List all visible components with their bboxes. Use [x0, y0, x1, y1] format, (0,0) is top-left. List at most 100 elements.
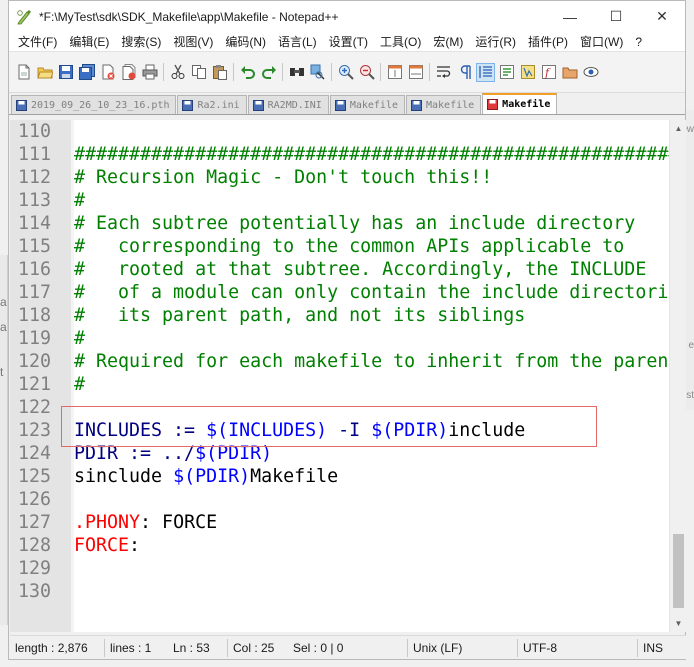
tab-makefile-active[interactable]: Makefile [482, 93, 558, 114]
word-wrap-button[interactable] [434, 63, 453, 82]
maximize-button[interactable]: ☐ [593, 1, 639, 32]
tab-ra2md-ini[interactable]: RA2MD.INI [247, 95, 329, 114]
tab-makefile-1[interactable]: Makefile [329, 95, 405, 114]
folder-workspace-button[interactable] [560, 63, 579, 82]
code-line[interactable]: 118 # its parent path, and not its siblin… [10, 304, 668, 327]
save-all-button[interactable] [77, 63, 96, 82]
tab-2019-09-26-pth[interactable]: 2019_09_26_10_23_16.pth [11, 95, 177, 114]
code-line[interactable]: 111 #####################################… [10, 143, 686, 166]
bg-text: a [0, 320, 7, 334]
code-line[interactable]: 128 FORCE: [10, 534, 668, 557]
code-line[interactable]: 110 [10, 120, 668, 143]
code-line[interactable]: 116 # rooted at that subtree. Accordingly… [10, 258, 668, 281]
replace-button[interactable] [308, 63, 327, 82]
save-icon [58, 65, 73, 79]
line-number: 128 [18, 535, 52, 556]
zoom-out-icon [359, 65, 375, 80]
menu-run[interactable]: 运行(R) [469, 32, 522, 52]
print-button[interactable] [140, 63, 159, 82]
code-line[interactable]: 117 # of a module can only contain the in… [10, 281, 686, 304]
tab-ra2-ini[interactable]: Ra2.ini [177, 95, 247, 114]
status-insert-mode[interactable]: INS [638, 639, 686, 657]
title-bar[interactable]: *F:\MyTest\sdk\SDK_Makefile\app\Makefile… [9, 1, 685, 32]
zoom-in-button[interactable] [336, 63, 355, 82]
menu-search[interactable]: 搜索(S) [115, 32, 167, 52]
zoom-out-button[interactable] [357, 63, 376, 82]
menu-bar: 文件(F) 编辑(E) 搜索(S) 视图(V) 编码(N) 语言(L) 设置(T… [9, 32, 685, 52]
status-length: length : 2,876 [10, 638, 105, 657]
undo-button[interactable] [238, 63, 257, 82]
code-lines[interactable]: 110 111 ##################################… [10, 120, 686, 603]
menu-macro[interactable]: 宏(M) [427, 32, 469, 52]
scroll-down-arrow[interactable]: ▼ [670, 615, 686, 632]
code-line[interactable]: 119 # [10, 327, 668, 350]
new-file-button[interactable] [14, 63, 33, 82]
close-button[interactable]: ✕ [639, 1, 685, 32]
code-token: $(PDIR) [173, 466, 251, 487]
close-file-button[interactable] [98, 63, 117, 82]
save-button[interactable] [56, 63, 75, 82]
show-all-chars-button[interactable] [455, 63, 474, 82]
code-line[interactable]: 129 [10, 557, 668, 580]
sync-horizontal-button[interactable] [406, 63, 425, 82]
replace-icon [310, 64, 325, 80]
code-line[interactable]: 130 [10, 580, 668, 603]
function-list-button[interactable]: f [539, 63, 558, 82]
code-line[interactable]: 112 # Recursion Magic - Don't touch this!… [10, 166, 668, 189]
code-line[interactable]: 120 # Required for each makefile to inher… [10, 350, 679, 373]
redo-button[interactable] [259, 63, 278, 82]
notepad-plus-plus-icon[interactable] [16, 9, 32, 25]
vertical-scrollbar[interactable]: ▲ ▼ [669, 120, 686, 632]
code-line[interactable]: 113 # [10, 189, 668, 212]
menu-edit[interactable]: 编辑(E) [63, 32, 115, 52]
code-line[interactable]: 127 .PHONY: FORCE [10, 511, 668, 534]
monitoring-button[interactable] [581, 63, 600, 82]
find-button[interactable] [287, 63, 306, 82]
open-file-button[interactable] [35, 63, 54, 82]
menu-language[interactable]: 语言(L) [272, 32, 323, 52]
menu-encoding[interactable]: 编码(N) [219, 32, 272, 52]
code-token: : FORCE [140, 512, 218, 533]
menu-window[interactable]: 窗口(W) [574, 32, 629, 52]
minimize-button[interactable]: — [547, 1, 593, 32]
line-content: # [71, 328, 85, 349]
scrollbar-thumb[interactable] [673, 534, 684, 608]
copy-icon [191, 65, 206, 79]
code-token: # corresponding to the common APIs appli… [74, 236, 625, 257]
status-eol[interactable]: Unix (LF) [408, 638, 518, 657]
bg-text: e [688, 340, 694, 351]
status-encoding[interactable]: UTF-8 [518, 638, 638, 657]
code-line[interactable]: 121 # [10, 373, 668, 396]
close-all-button[interactable] [119, 63, 138, 82]
indent-guide-button[interactable] [476, 62, 495, 82]
code-line[interactable]: 125 sinclude $(PDIR)Makefile [10, 465, 668, 488]
tab-label: Makefile [502, 99, 551, 110]
doc-map-button[interactable] [518, 63, 537, 82]
udl-button[interactable] [497, 63, 516, 82]
zoom-in-icon [338, 65, 354, 80]
sync-horizontal-icon [408, 65, 423, 79]
code-line[interactable]: 114 # Each subtree potentially has an inc… [10, 212, 668, 235]
code-line[interactable]: 115 # corresponding to the common APIs ap… [10, 235, 668, 258]
scroll-up-arrow[interactable]: ▲ [670, 120, 686, 137]
line-content: .PHONY: FORCE [71, 512, 217, 533]
code-line[interactable]: 126 [10, 488, 668, 511]
sync-vertical-button[interactable] [385, 63, 404, 82]
line-content: # Required for each makefile to inherit … [71, 351, 679, 372]
menu-file[interactable]: 文件(F) [12, 32, 63, 52]
bg-text: t [0, 365, 4, 379]
menu-help[interactable]: ? [629, 32, 648, 52]
menu-settings[interactable]: 设置(T) [323, 32, 374, 52]
code-editor[interactable]: 110 111 ##################################… [10, 120, 686, 632]
tab-makefile-2[interactable]: Makefile [406, 95, 482, 114]
menu-tools[interactable]: 工具(O) [374, 32, 427, 52]
line-number: 116 [18, 259, 52, 280]
indent-guide-icon [478, 66, 492, 78]
line-number: 114 [18, 213, 52, 234]
menu-view[interactable]: 视图(V) [167, 32, 219, 52]
cut-button[interactable] [168, 63, 187, 82]
copy-button[interactable] [189, 63, 208, 82]
menu-plugins[interactable]: 插件(P) [522, 32, 574, 52]
paste-button[interactable] [210, 63, 229, 82]
line-number: 115 [18, 236, 52, 257]
